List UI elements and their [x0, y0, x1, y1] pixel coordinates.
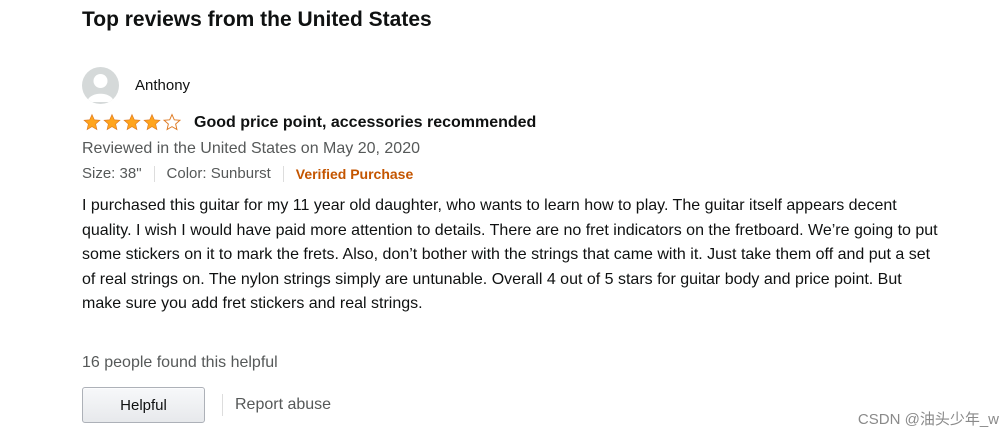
user-avatar-icon — [82, 67, 119, 104]
divider — [222, 394, 223, 416]
star-filled-icon — [143, 113, 161, 131]
variant-row: Size: 38" Color: Sunburst Verified Purch… — [82, 165, 413, 182]
variant-size[interactable]: Size: 38" — [82, 165, 142, 182]
review-title[interactable]: Good price point, accessories recommende… — [194, 114, 536, 132]
reviewer-profile[interactable]: Anthony — [82, 67, 190, 104]
review-body: I purchased this guitar for my 11 year o… — [82, 197, 938, 313]
rating-row: Good price point, accessories recommende… — [82, 113, 536, 132]
review-date: Reviewed in the United States on May 20,… — [82, 140, 420, 157]
report-abuse-link[interactable]: Report abuse — [235, 396, 331, 414]
divider — [282, 165, 284, 182]
verified-purchase-badge[interactable]: Verified Purchase — [296, 166, 414, 182]
star-filled-icon — [123, 113, 141, 131]
star-rating[interactable] — [82, 113, 182, 132]
star-filled-icon — [103, 113, 121, 131]
review-actions: Helpful Report abuse — [82, 387, 331, 423]
reviewer-name[interactable]: Anthony — [135, 77, 190, 94]
watermark: CSDN @油头少年_w — [857, 411, 999, 428]
helpful-count: 16 people found this helpful — [82, 354, 278, 371]
star-filled-icon — [83, 113, 101, 131]
divider — [153, 165, 155, 182]
helpful-button[interactable]: Helpful — [82, 387, 205, 423]
star-empty-icon — [162, 113, 182, 131]
section-title: Top reviews from the United States — [82, 8, 432, 31]
variant-color[interactable]: Color: Sunburst — [167, 165, 271, 182]
